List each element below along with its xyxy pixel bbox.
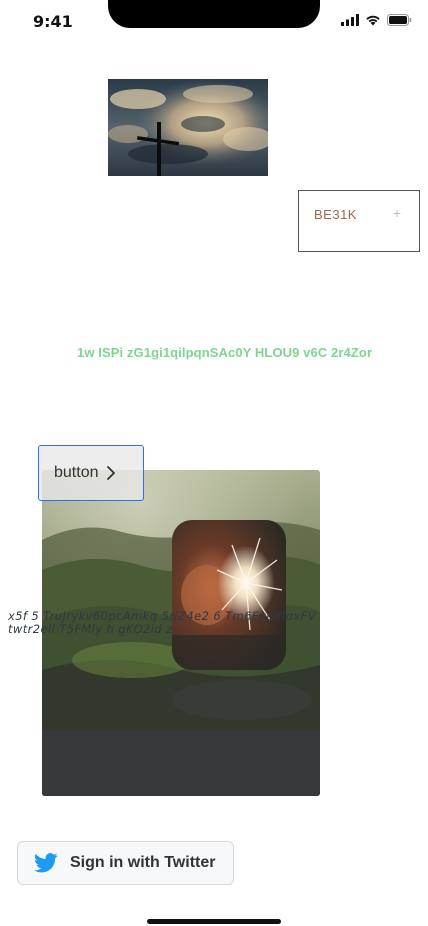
italic-text-block: x5f 5 TruJrykv60pcAmkq 5rIZ4e2 6 Tm6Fypd… (8, 609, 316, 636)
cellular-signal-icon (341, 14, 359, 26)
chevron-right-icon (107, 466, 116, 480)
app-screen: 9:41 BE31K + 1w ISPi zG1gi1qilpqnSAc0Y H… (0, 0, 428, 926)
twitter-button-label: Sign in with Twitter (70, 854, 216, 871)
sparkler-image-card (172, 520, 286, 670)
chip-label: BE31K (314, 207, 357, 222)
sign-in-with-twitter-button[interactable]: Sign in with Twitter (17, 841, 234, 885)
tag-chip[interactable]: BE31K + (298, 190, 420, 252)
status-icons (341, 14, 412, 26)
home-indicator[interactable] (147, 919, 281, 924)
green-text-label: 1w ISPi zG1gi1qilpqnSAc0Y HLOU9 v6C 2r4Z… (77, 345, 373, 360)
wifi-icon (366, 15, 380, 26)
clouds-cross-image (108, 79, 268, 176)
battery-icon (387, 14, 412, 26)
twitter-bird-icon (34, 853, 58, 873)
device-notch (108, 0, 320, 28)
add-icon[interactable]: + (393, 205, 401, 221)
outline-button-label: button (54, 464, 99, 481)
outline-button[interactable]: button (38, 445, 144, 501)
status-time: 9:41 (33, 12, 73, 31)
